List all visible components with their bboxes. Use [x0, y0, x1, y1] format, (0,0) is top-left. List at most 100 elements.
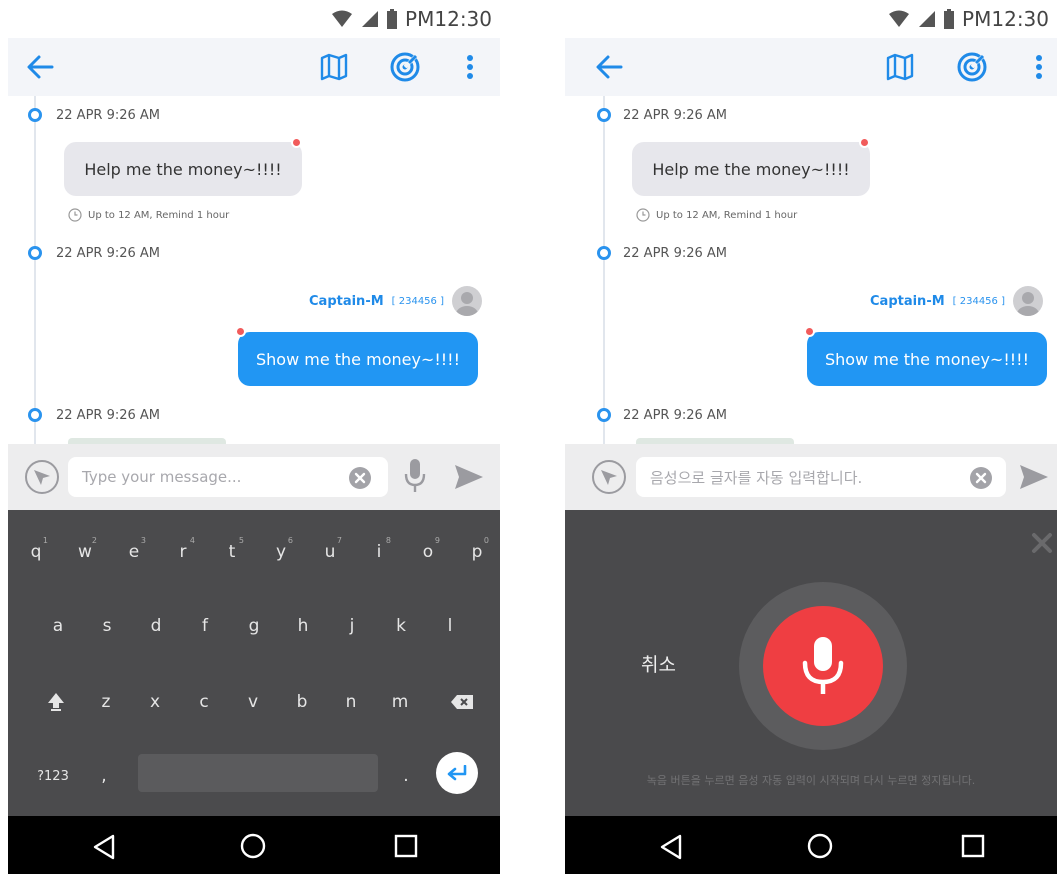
clear-icon[interactable]	[348, 466, 372, 490]
unread-dot	[235, 326, 246, 337]
phone-keyboard-view: PM12:30 22 APR 9:26 AM Help me the money…	[8, 0, 500, 874]
app-bar	[8, 38, 500, 96]
key-j[interactable]: j	[332, 604, 372, 648]
map-icon[interactable]	[319, 52, 349, 82]
keyboard-row-1: q1 w2 e3 r4 t5 y6 u7 i8 o9 p0	[8, 530, 500, 580]
clear-icon[interactable]	[969, 466, 993, 490]
more-vert-icon[interactable]	[1035, 54, 1043, 80]
send-icon[interactable]	[454, 464, 484, 490]
enter-key[interactable]	[436, 752, 478, 794]
home-nav-icon[interactable]	[240, 833, 266, 859]
key-q[interactable]: q1	[16, 530, 56, 574]
comma-key[interactable]: ,	[84, 754, 124, 798]
key-d[interactable]: d	[136, 604, 176, 648]
timeline-dot	[28, 108, 42, 122]
key-w[interactable]: w2	[65, 530, 105, 574]
mic-icon	[802, 637, 844, 694]
avatar[interactable]	[1013, 286, 1043, 316]
keyboard-row-3: z x c v b n m	[8, 680, 500, 730]
enter-icon	[447, 765, 467, 781]
back-arrow-icon[interactable]	[26, 54, 54, 80]
unread-dot	[859, 137, 870, 148]
voice-input-panel: 취소 녹음 버튼을 누르면 음성 자동 입력이 시작되며 다시 누르면 정지됩니…	[565, 510, 1057, 816]
timestamp: 22 APR 9:26 AM	[623, 108, 728, 123]
location-icon[interactable]	[24, 459, 60, 495]
person-icon	[456, 292, 478, 316]
timestamp: 22 APR 9:26 AM	[623, 246, 728, 261]
outgoing-message-bubble[interactable]: Show me the money~!!!!	[807, 332, 1047, 386]
map-icon[interactable]	[885, 52, 915, 82]
key-f[interactable]: f	[185, 604, 225, 648]
shift-icon	[48, 693, 64, 711]
key-o[interactable]: o9	[408, 530, 448, 574]
key-z[interactable]: z	[86, 680, 126, 724]
reminder-text: Up to 12 AM, Remind 1 hour	[88, 209, 230, 221]
outgoing-message-bubble[interactable]: Show me the money~!!!!	[238, 332, 478, 386]
radar-icon[interactable]	[955, 50, 989, 84]
key-x[interactable]: x	[135, 680, 175, 724]
symbols-key[interactable]: ?123	[28, 754, 78, 798]
key-n[interactable]: n	[331, 680, 371, 724]
battery-icon	[944, 9, 955, 29]
key-l[interactable]: l	[430, 604, 470, 648]
space-key[interactable]	[138, 754, 378, 792]
system-nav-bar	[565, 816, 1057, 874]
key-y[interactable]: y6	[261, 530, 301, 574]
avatar[interactable]	[452, 286, 482, 316]
status-bar: PM12:30	[8, 0, 500, 38]
key-h[interactable]: h	[283, 604, 323, 648]
key-u[interactable]: u7	[310, 530, 350, 574]
shift-key[interactable]	[36, 680, 76, 724]
key-e[interactable]: e3	[114, 530, 154, 574]
timeline-dot	[28, 246, 42, 260]
key-m[interactable]: m	[380, 680, 420, 724]
chat-timeline: 22 APR 9:26 AM Help me the money~!!!! Up…	[8, 96, 500, 444]
key-c[interactable]: c	[184, 680, 224, 724]
key-g[interactable]: g	[234, 604, 274, 648]
back-arrow-icon[interactable]	[595, 54, 623, 80]
mic-icon[interactable]	[404, 458, 426, 494]
record-mic-button[interactable]	[763, 606, 883, 726]
key-k[interactable]: k	[381, 604, 421, 648]
send-icon[interactable]	[1019, 464, 1049, 490]
incoming-message-bubble[interactable]: Help me the money~!!!!	[632, 142, 870, 196]
message-input[interactable]: 음성으로 글자를 자동 입력합니다.	[636, 457, 1006, 497]
timestamp: 22 APR 9:26 AM	[56, 246, 161, 261]
chat-timeline: 22 APR 9:26 AM Help me the money~!!!! Up…	[565, 96, 1057, 444]
voice-hint-text: 녹음 버튼을 누르면 음성 자동 입력이 시작되며 다시 누르면 정지됩니다.	[646, 774, 976, 787]
timeline-dot	[597, 246, 611, 260]
more-vert-icon[interactable]	[466, 54, 474, 80]
recents-nav-icon[interactable]	[394, 834, 418, 858]
key-b[interactable]: b	[282, 680, 322, 724]
home-nav-icon[interactable]	[807, 833, 833, 859]
key-v[interactable]: v	[233, 680, 273, 724]
key-r[interactable]: r4	[163, 530, 203, 574]
reminder-text: Up to 12 AM, Remind 1 hour	[656, 209, 798, 221]
incoming-message-bubble[interactable]: Help me the money~!!!!	[64, 142, 302, 196]
cancel-button[interactable]: 취소	[641, 650, 676, 677]
back-nav-icon[interactable]	[659, 834, 683, 860]
sender-info: Captain-M [ 234456 ]	[309, 286, 482, 316]
timestamp: 22 APR 9:26 AM	[56, 408, 161, 423]
timestamp: 22 APR 9:26 AM	[56, 108, 161, 123]
back-nav-icon[interactable]	[92, 834, 116, 860]
period-key[interactable]: .	[386, 754, 426, 798]
timeline-dot	[597, 408, 611, 422]
sender-name: Captain-M	[309, 293, 384, 309]
key-t[interactable]: t5	[212, 530, 252, 574]
location-icon[interactable]	[591, 459, 627, 495]
voice-input-placeholder: 음성으로 글자를 자동 입력합니다.	[650, 468, 863, 487]
unread-dot	[291, 137, 302, 148]
battery-icon	[387, 9, 398, 29]
key-a[interactable]: a	[38, 604, 78, 648]
timeline-dot	[597, 108, 611, 122]
message-input[interactable]: Type your message...	[68, 457, 388, 497]
recents-nav-icon[interactable]	[961, 834, 985, 858]
close-icon[interactable]	[1031, 532, 1053, 554]
key-i[interactable]: i8	[359, 530, 399, 574]
radar-icon[interactable]	[388, 50, 422, 84]
key-s[interactable]: s	[87, 604, 127, 648]
status-time: PM12:30	[405, 7, 492, 31]
key-p[interactable]: p0	[457, 530, 497, 574]
backspace-key[interactable]	[442, 680, 482, 724]
